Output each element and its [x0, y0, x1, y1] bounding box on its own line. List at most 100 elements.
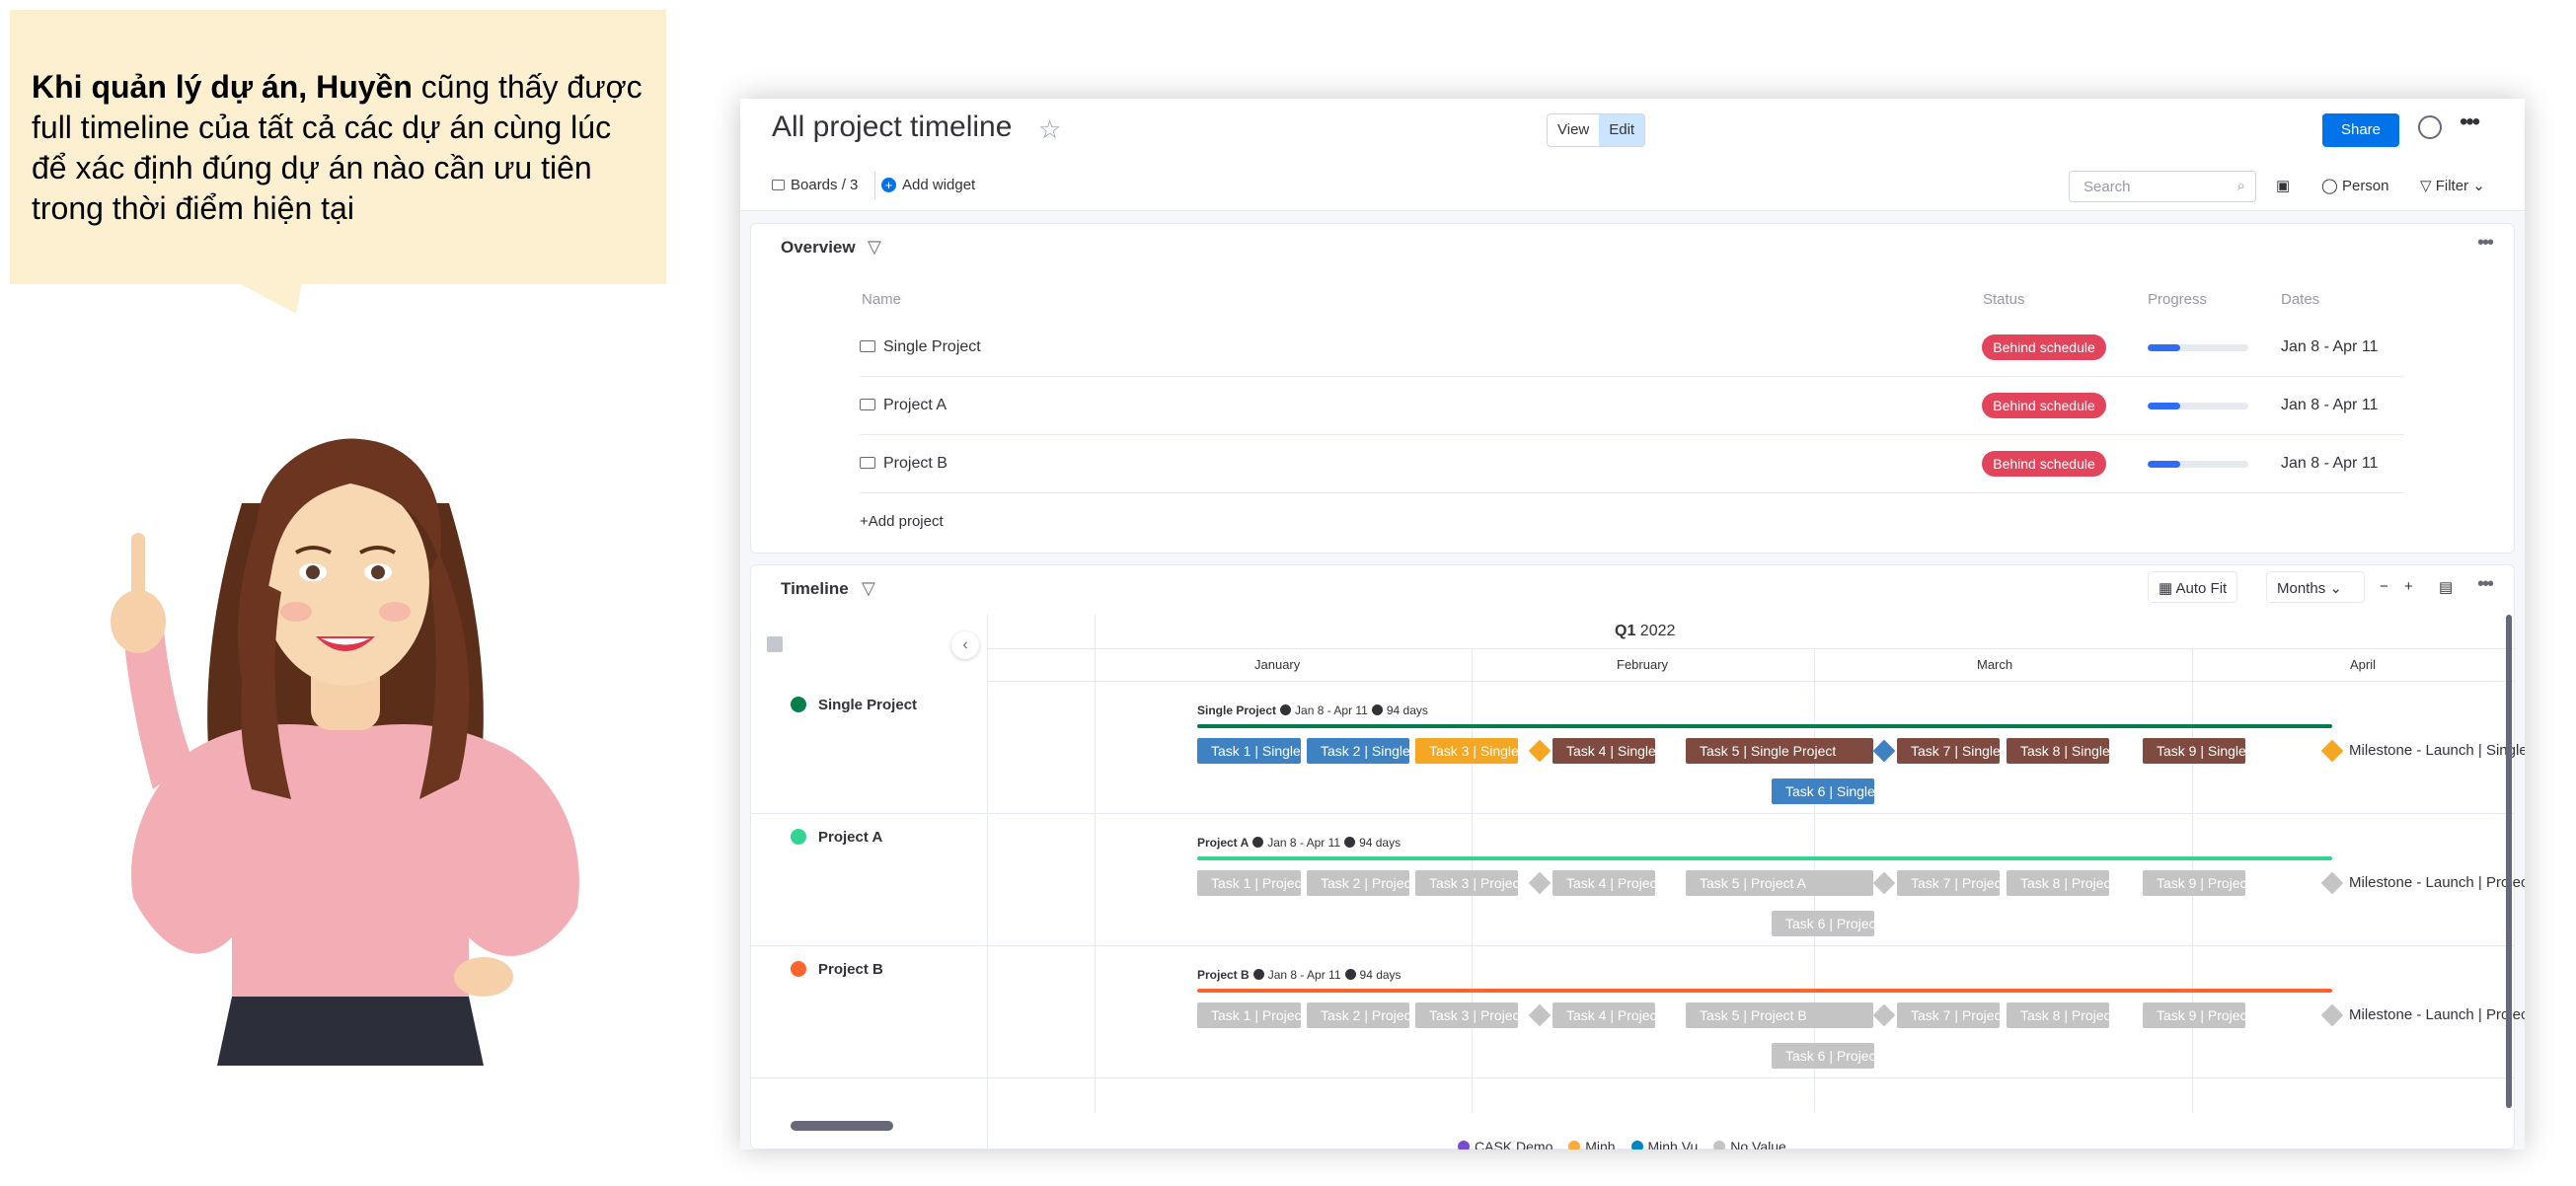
horizontal-scrollbar[interactable] [791, 1121, 893, 1131]
person-filter-button[interactable]: ◯ Person [2321, 177, 2389, 194]
zoom-select[interactable]: Months ⌄ [2266, 571, 2365, 603]
dates-cell[interactable]: Jan 8 - Apr 11 [2281, 338, 2378, 356]
chevron-down-icon: ⌄ [2472, 178, 2485, 194]
task-bar[interactable]: Task 4 | Project A [1553, 870, 1655, 896]
chat-icon[interactable] [2418, 115, 2442, 139]
overview-more-icon[interactable]: ••• [2477, 232, 2494, 255]
task-bar[interactable]: Task 1 | Project B [1197, 1002, 1301, 1028]
task-bar[interactable]: Task 6 | Single [1772, 778, 1874, 804]
export-icon[interactable]: ▤ [2429, 571, 2462, 603]
timeline-group-project-b[interactable]: Project B [791, 961, 883, 978]
group-color-dot [791, 697, 806, 712]
task-bar[interactable]: Task 1 | Single [1197, 738, 1301, 764]
milestone-label[interactable]: Milestone - Launch | Project B [2349, 1006, 2525, 1023]
chevron-left-icon[interactable]: ‹ [951, 631, 979, 659]
status-badge[interactable]: Behind schedule [1982, 393, 2106, 418]
filter-label: Filter [2435, 178, 2469, 194]
person-label: Person [2341, 178, 2389, 194]
task-bar[interactable]: Task 9 | Project B [2143, 1002, 2245, 1028]
task-bar[interactable]: Task 5 | Single Project [1686, 738, 1873, 764]
milestone-label[interactable]: Milestone - Launch | Project A [2349, 874, 2525, 891]
column-header-name: Name [862, 291, 902, 308]
task-bar[interactable]: Task 8 | Project B [2007, 1002, 2109, 1028]
grid-line [1095, 615, 1096, 648]
auto-fit-label: Auto Fit [2175, 580, 2228, 597]
milestone-marker[interactable] [2320, 871, 2344, 895]
filter-button[interactable]: ▽ Filter ⌄ [2420, 177, 2485, 194]
task-bar[interactable]: Task 6 | Project B [1772, 1043, 1874, 1069]
table-row[interactable]: Project B Behind schedule Jan 8 - Apr 11 [860, 435, 2404, 493]
more-menu-icon[interactable]: ••• [2460, 109, 2480, 136]
timeline-group-project-a[interactable]: Project A [791, 829, 882, 846]
task-bar[interactable]: Task 9 | Single [2143, 738, 2245, 764]
zoom-in-button[interactable]: + [2394, 571, 2423, 603]
milestone-marker[interactable] [1528, 871, 1552, 895]
timeline-group-single-project[interactable]: Single Project [791, 697, 917, 713]
project-summary: Project B Jan 8 - Apr 11 94 days [1197, 968, 1402, 982]
edit-button[interactable]: Edit [1599, 114, 1645, 146]
save-icon[interactable]: ▣ [2276, 177, 2290, 194]
task-bar[interactable]: Task 2 | Single [1307, 738, 1409, 764]
task-bar[interactable]: Task 5 | Project B [1686, 1002, 1873, 1028]
project-name-cell[interactable]: Project B [860, 455, 947, 473]
milestone-marker[interactable] [1872, 871, 1896, 895]
expand-collapse-icon[interactable] [767, 636, 783, 652]
task-bar[interactable]: Task 4 | Project B [1553, 1002, 1655, 1028]
project-span-bar[interactable] [1197, 856, 2332, 860]
month-label: January [1254, 657, 1301, 672]
speech-bubble: Khi quản lý dự án, Huyền cũng thấy được … [10, 10, 666, 284]
calendar-icon: ▦ [2159, 580, 2173, 597]
milestone-label[interactable]: Milestone - Launch | Single [2349, 742, 2525, 759]
task-bar[interactable]: Task 1 | Project A [1197, 870, 1301, 896]
search-input[interactable]: Search ⌕ [2069, 171, 2256, 202]
project-name-cell[interactable]: Project A [860, 397, 947, 414]
boards-icon [772, 180, 785, 190]
summary-name: Project A [1197, 836, 1250, 850]
timeline-filter-icon[interactable]: ▽ [862, 578, 875, 599]
boards-selector[interactable]: Boards / 3 [772, 177, 858, 193]
task-bar[interactable]: Task 7 | Project B [1897, 1002, 2000, 1028]
status-badge[interactable]: Behind schedule [1982, 334, 2106, 360]
task-bar[interactable]: Task 3 | Project B [1415, 1002, 1518, 1028]
dates-cell[interactable]: Jan 8 - Apr 11 [2281, 397, 2378, 414]
task-bar[interactable]: Task 8 | Project A [2007, 870, 2109, 896]
milestone-marker[interactable] [1872, 739, 1896, 763]
overview-filter-icon[interactable]: ▽ [868, 237, 881, 258]
auto-fit-button[interactable]: ▦ Auto Fit [2148, 571, 2238, 603]
task-bar[interactable]: Task 4 | Single [1553, 738, 1655, 764]
progress-fill [2148, 344, 2180, 351]
summary-name: Single Project [1197, 704, 1277, 717]
timeline-more-icon[interactable]: ••• [2477, 573, 2494, 596]
task-bar[interactable]: Task 8 | Single [2007, 738, 2109, 764]
dot-icon [1280, 704, 1292, 715]
star-icon[interactable]: ☆ [1038, 114, 1061, 145]
table-row[interactable]: Single Project Behind schedule Jan 8 - A… [860, 319, 2404, 377]
task-bar[interactable]: Task 9 | Project A [2143, 870, 2245, 896]
status-badge[interactable]: Behind schedule [1982, 451, 2106, 477]
milestone-marker[interactable] [2320, 1003, 2344, 1027]
milestone-marker[interactable] [1528, 1003, 1552, 1027]
task-bar[interactable]: Task 2 | Project A [1307, 870, 1409, 896]
dates-cell[interactable]: Jan 8 - Apr 11 [2281, 455, 2378, 473]
task-bar[interactable]: Task 3 | Project A [1415, 870, 1518, 896]
task-bar[interactable]: Task 2 | Project B [1307, 1002, 1409, 1028]
vertical-scrollbar[interactable] [2506, 615, 2512, 1108]
board-header: All project timeline ☆ View Edit Share •… [740, 99, 2525, 162]
milestone-marker[interactable] [1528, 739, 1552, 763]
project-span-bar[interactable] [1197, 724, 2332, 728]
view-button[interactable]: View [1548, 114, 1599, 146]
task-bar[interactable]: Task 5 | Project A [1686, 870, 1873, 896]
task-bar[interactable]: Task 6 | Project A [1772, 911, 1874, 936]
table-row[interactable]: Project A Behind schedule Jan 8 - Apr 11 [860, 377, 2404, 435]
milestone-marker[interactable] [2320, 739, 2344, 763]
share-button[interactable]: Share [2322, 113, 2399, 147]
project-name-cell[interactable]: Single Project [860, 338, 981, 356]
add-widget-button[interactable]: + Add widget [881, 177, 975, 193]
task-bar[interactable]: Task 7 | Project A [1897, 870, 2000, 896]
task-bar[interactable]: Task 7 | Single [1897, 738, 2000, 764]
milestone-marker[interactable] [1872, 1003, 1896, 1027]
add-project-button[interactable]: +Add project [860, 513, 944, 530]
project-span-bar[interactable] [1197, 989, 2332, 993]
task-bar[interactable]: Task 3 | Single [1415, 738, 1518, 764]
summary-days: 94 days [1386, 704, 1428, 717]
